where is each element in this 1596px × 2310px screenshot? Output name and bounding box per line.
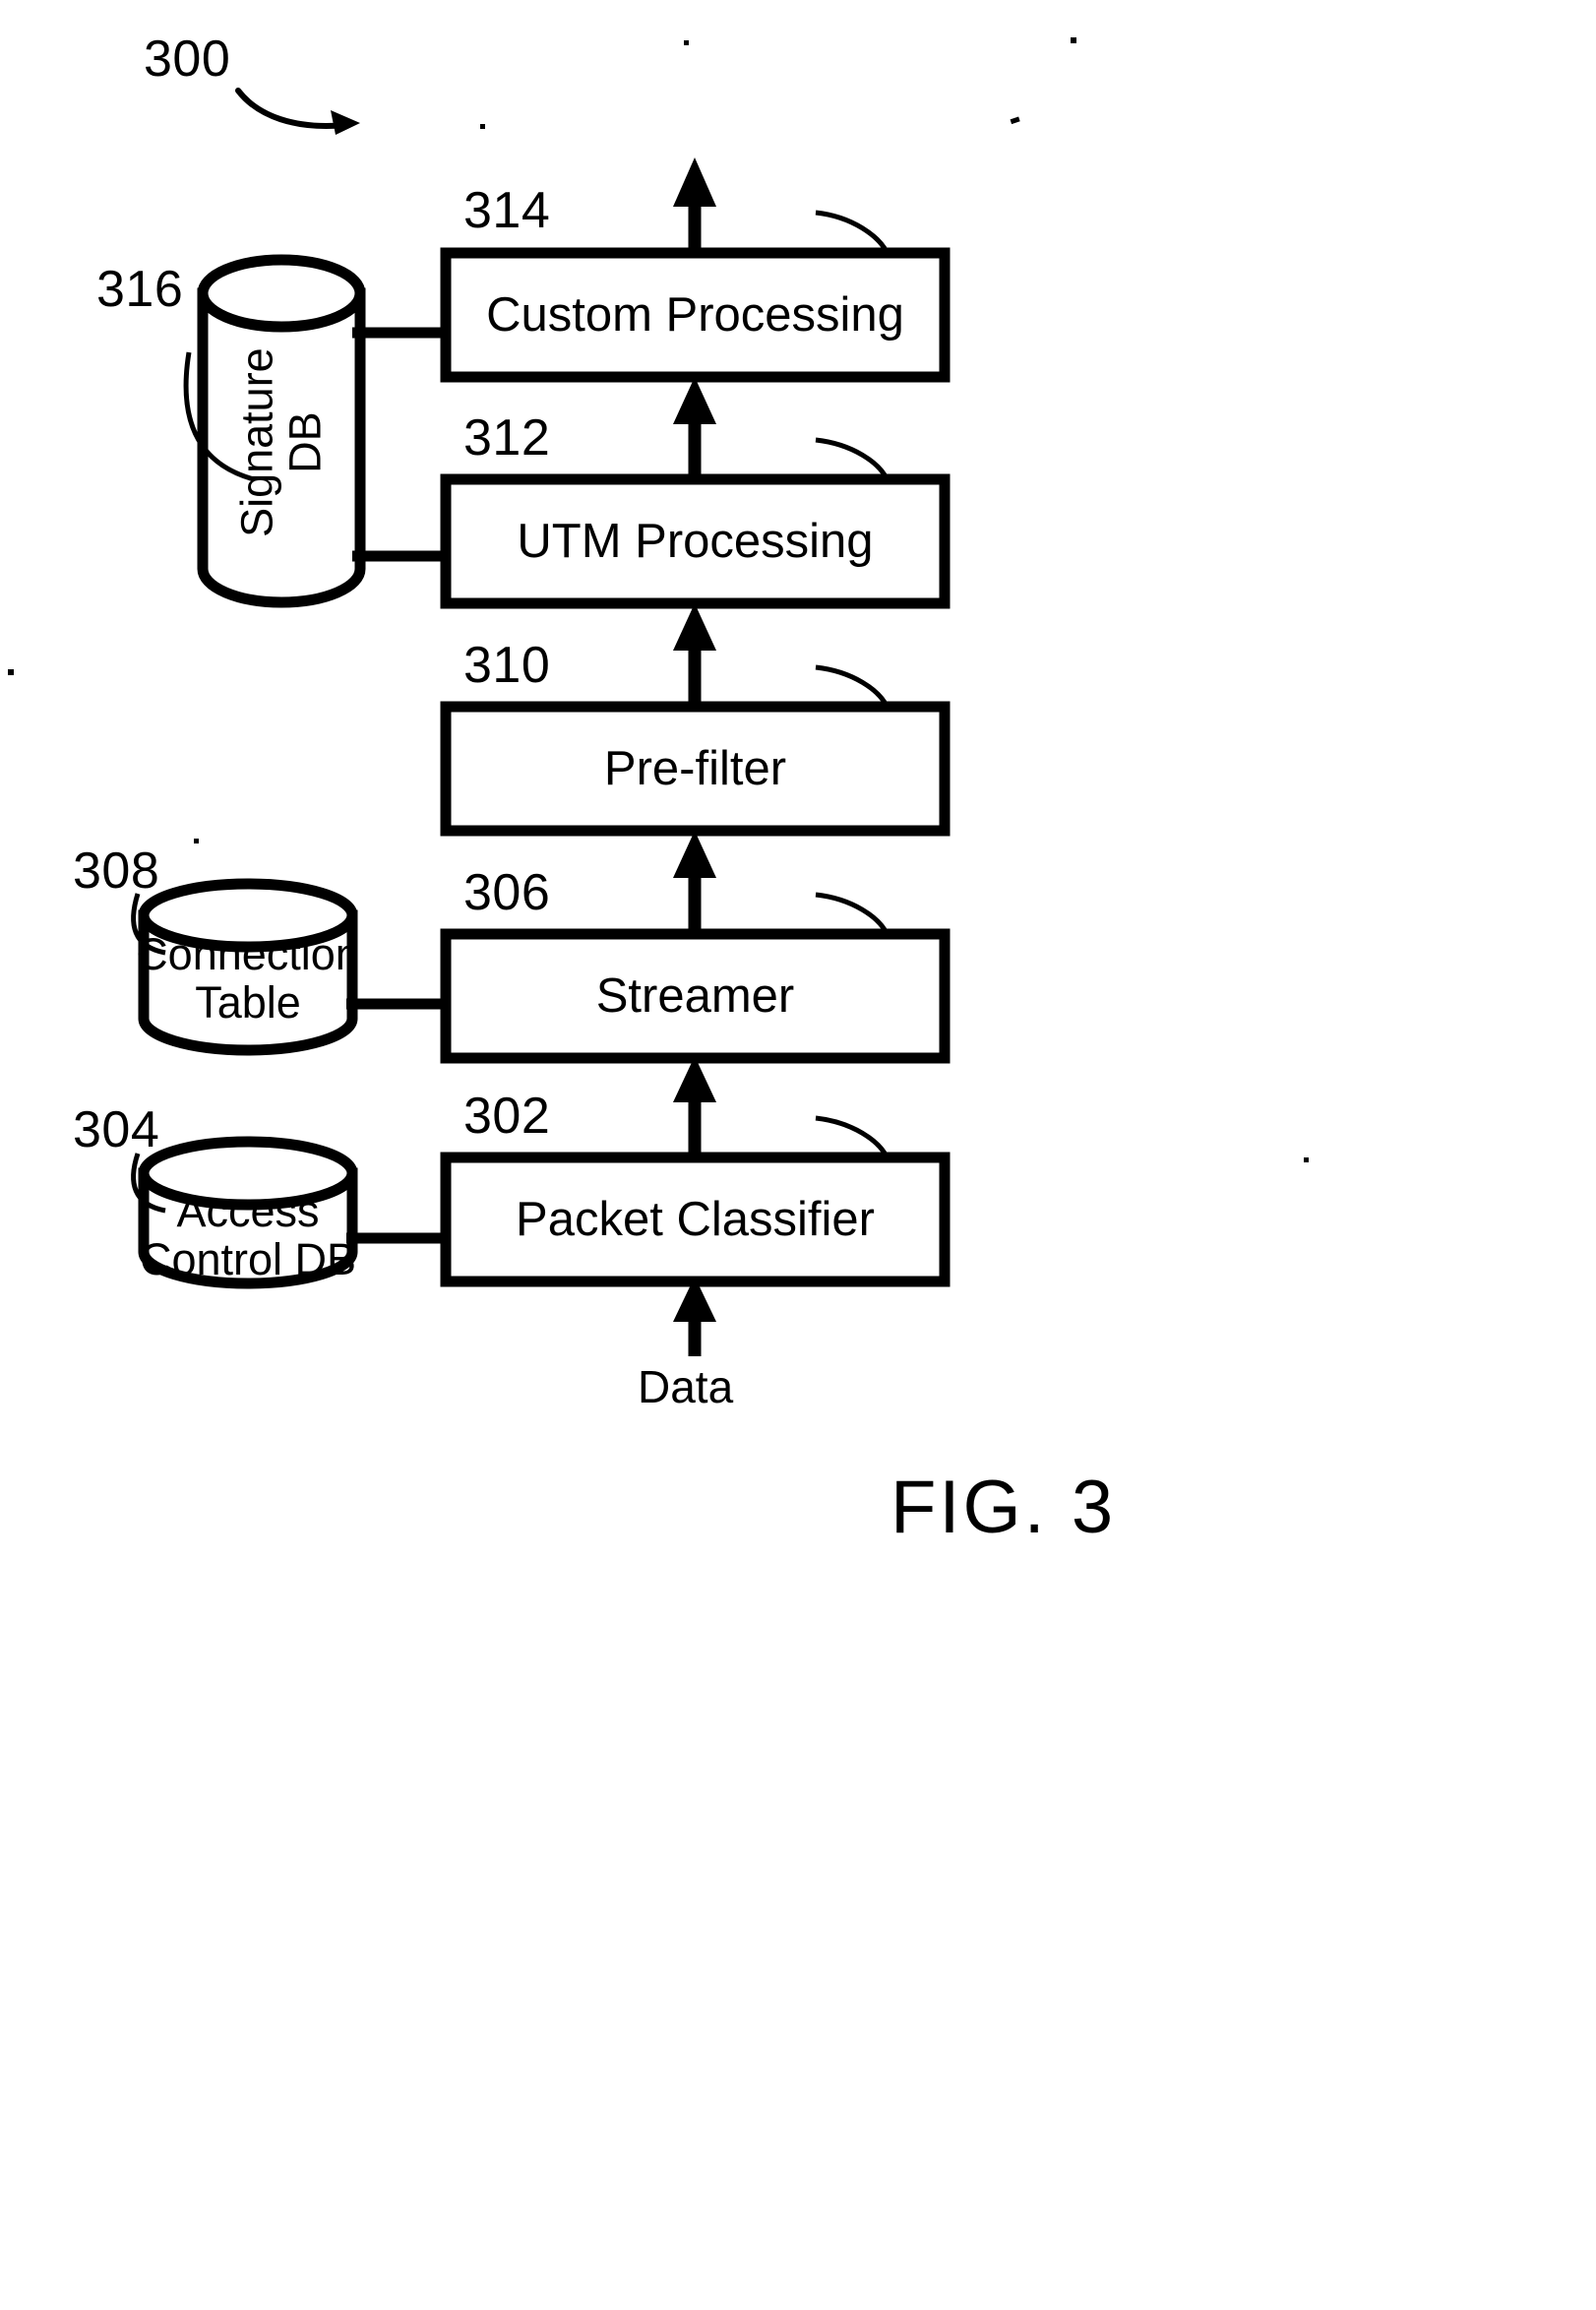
block-packet-classifier-label: Packet Classifier bbox=[516, 1193, 875, 1246]
arrow-packet-classifier-to-streamer bbox=[673, 1056, 716, 1154]
arrow-data-to-packet-classifier bbox=[673, 1277, 716, 1356]
reference-number-306: 306 bbox=[463, 864, 551, 921]
datastore-connection-table-label-line2: Table bbox=[195, 977, 301, 1028]
reference-number-300: 300 bbox=[144, 31, 231, 88]
datastore-access-control-db[interactable]: Access Control DB bbox=[126, 1177, 370, 1295]
block-packet-classifier[interactable]: Packet Classifier bbox=[446, 1157, 945, 1281]
data-input-label: Data bbox=[638, 1361, 734, 1412]
reference-number-316: 316 bbox=[96, 261, 184, 318]
block-utm-processing-label: UTM Processing bbox=[517, 515, 874, 568]
arrow-utm-processing-to-custom-processing bbox=[673, 377, 716, 476]
datastore-access-control-db-label-line2: Control DB bbox=[139, 1234, 357, 1284]
block-custom-processing-label: Custom Processing bbox=[486, 288, 904, 342]
reference-number-310: 310 bbox=[463, 637, 551, 694]
block-streamer[interactable]: Streamer bbox=[446, 934, 945, 1058]
reference-number-304: 304 bbox=[73, 1101, 160, 1158]
block-streamer-label: Streamer bbox=[595, 969, 795, 1023]
datastore-connection-table-label-line1: Connection bbox=[136, 929, 360, 980]
arrow-pre-filter-to-utm-processing bbox=[673, 603, 716, 703]
block-utm-processing[interactable]: UTM Processing bbox=[446, 479, 945, 603]
arrow-streamer-to-pre-filter bbox=[673, 831, 716, 930]
figure-caption: FIG. 3 bbox=[890, 1466, 1117, 1549]
datastore-access-control-db-label-line1: Access bbox=[176, 1186, 320, 1237]
reference-number-312: 312 bbox=[463, 409, 551, 467]
reference-number-308: 308 bbox=[73, 843, 160, 900]
reference-number-314: 314 bbox=[463, 182, 551, 239]
figure-canvas: 300 314 312 310 306 302 316 308 304 Cust… bbox=[0, 0, 1596, 2310]
reference-300-leader bbox=[235, 88, 360, 135]
datastore-signature-db-label: Signature DB bbox=[231, 347, 330, 538]
block-pre-filter[interactable]: Pre-filter bbox=[446, 707, 945, 831]
arrow-custom-processing-output bbox=[673, 157, 716, 249]
block-pre-filter-label: Pre-filter bbox=[603, 742, 787, 795]
datastore-signature-db[interactable]: Signature DB bbox=[183, 295, 380, 591]
reference-number-302: 302 bbox=[463, 1088, 551, 1145]
block-custom-processing[interactable]: Custom Processing bbox=[446, 253, 945, 377]
datastore-connection-table[interactable]: Connection Table bbox=[136, 920, 360, 1038]
